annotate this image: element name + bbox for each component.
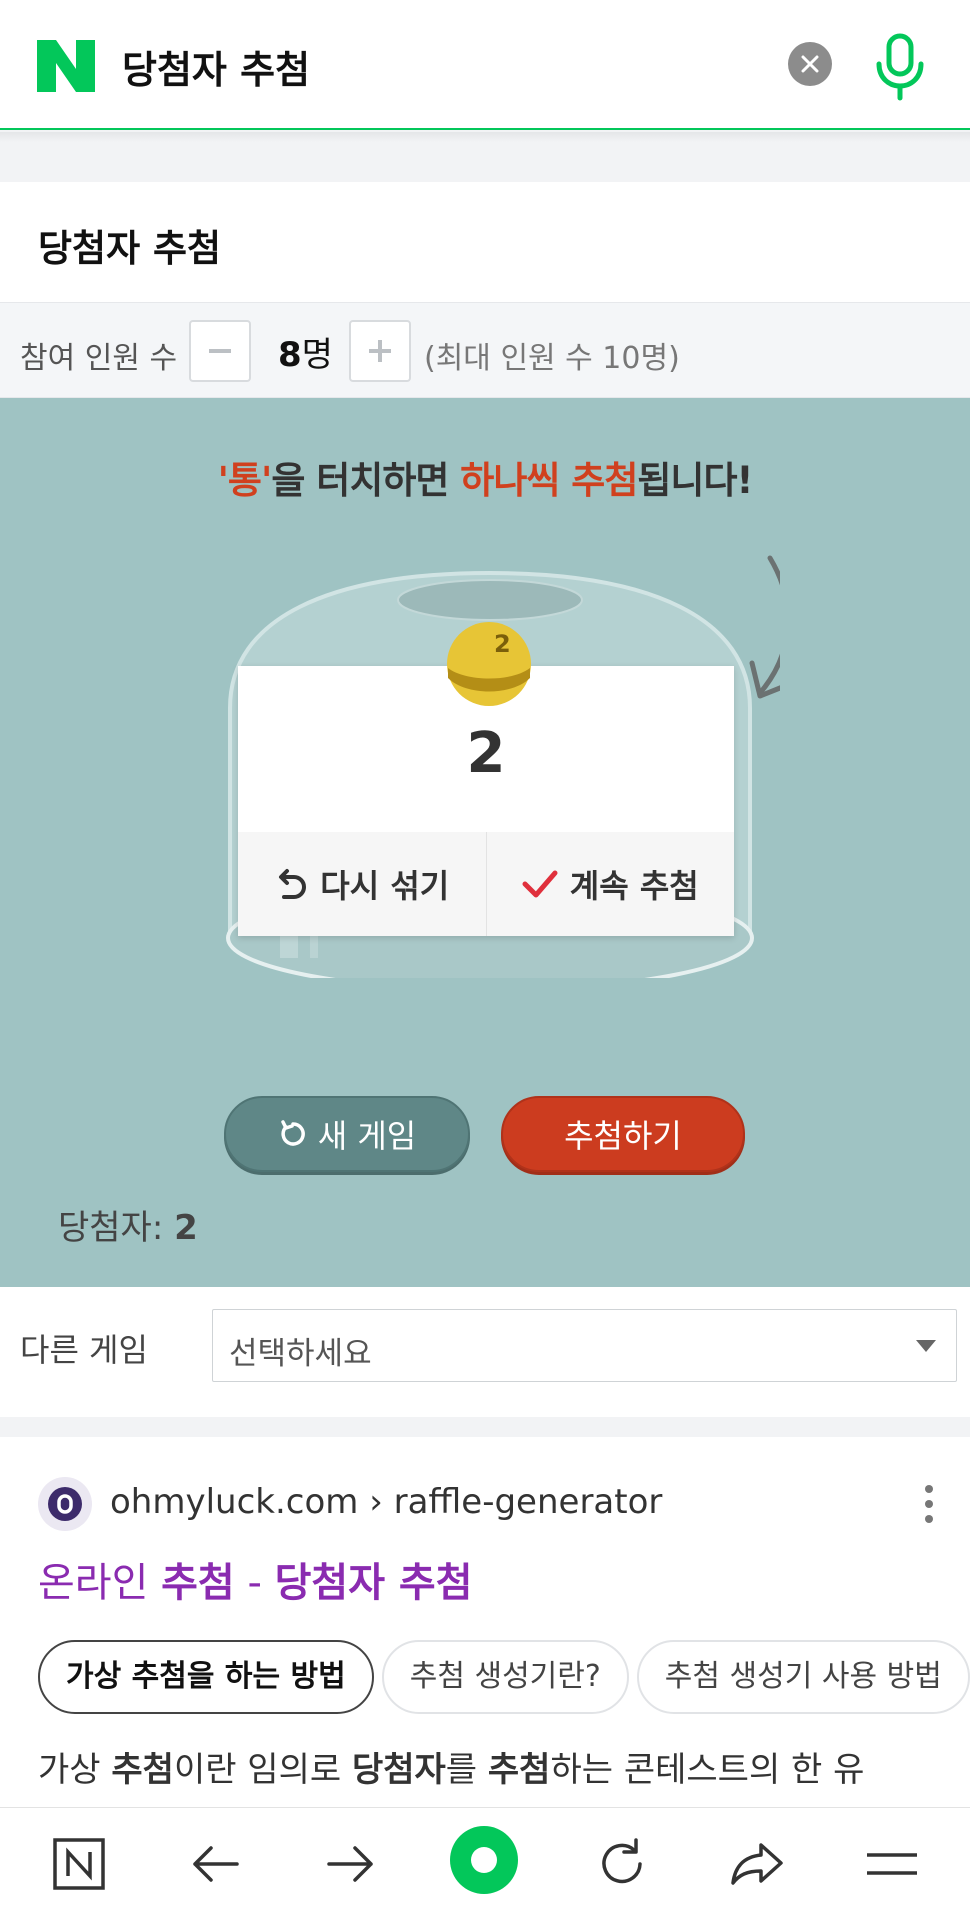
chip-list: 가상 추첨을 하는 방법 추첨 생성기란? 추첨 생성기 사용 방법 [38, 1640, 970, 1716]
result-snippet: 가상 추첨이란 임의로 당첨자를 추첨하는 콘테스트의 한 유 [38, 1742, 970, 1791]
increase-button[interactable] [349, 320, 411, 382]
other-game-row: 다른 게임 선택하세요 [0, 1287, 970, 1417]
snippet-part: 이란 임의로 [173, 1750, 352, 1790]
menu-icon [867, 1853, 917, 1875]
max-participants-text: (최대 인원 수 10명) [424, 341, 680, 376]
header-shadow [0, 132, 970, 142]
chip-how-to-raffle[interactable]: 가상 추첨을 하는 방법 [38, 1640, 374, 1714]
instruction-highlight: 하나씩 추첨 [460, 459, 638, 502]
instruction-text: '통'을 터치하면 하나씩 추첨됩니다! [0, 450, 970, 504]
snippet-part: 가상 [38, 1750, 112, 1790]
home-icon [53, 1838, 105, 1890]
count-unit: 명 [301, 335, 333, 375]
green-dot-icon [450, 1826, 518, 1894]
result-number: 2 [466, 721, 506, 786]
share-button[interactable] [725, 1832, 789, 1896]
chip-how-to-use[interactable]: 추첨 생성기 사용 방법 [636, 1640, 970, 1714]
continue-draw-label: 계속 추첨 [569, 867, 699, 905]
plus-icon [369, 340, 391, 362]
new-game-button[interactable]: 새 게임 [224, 1096, 470, 1172]
widget-title: 당첨자 추첨 [38, 227, 222, 270]
chip-what-is-generator[interactable]: 추첨 생성기란? [381, 1640, 629, 1714]
search-result: ohmyluck.com › raffle-generator 온라인 추첨 -… [0, 1437, 970, 1807]
search-input[interactable] [122, 38, 762, 94]
undo-icon [279, 869, 307, 899]
game-select[interactable]: 선택하세요 [212, 1309, 957, 1382]
count-value: 8 [278, 335, 302, 375]
site-breadcrumb[interactable]: ohmyluck.com › raffle-generator [110, 1482, 662, 1522]
snippet-bold: 추첨 [487, 1750, 551, 1790]
instruction-end: 됩니다! [637, 459, 753, 502]
continue-draw-button[interactable]: 계속 추첨 [487, 832, 735, 936]
clear-button[interactable] [788, 42, 832, 86]
decrease-button[interactable] [189, 320, 251, 382]
reload-icon [602, 1838, 642, 1884]
participants-label: 참여 인원 수 [20, 341, 178, 376]
forward-button[interactable] [319, 1832, 383, 1896]
result-ball-icon: 2 [447, 622, 531, 706]
snippet-bold: 추첨 [111, 1750, 174, 1790]
result-title-prefix: 온라인 [38, 1560, 162, 1606]
green-dot-button[interactable] [448, 1824, 520, 1896]
result-card: 2 2 다시 섞기 계속 추첨 [238, 622, 734, 936]
game-area: '통'을 터치하면 하나씩 추첨됩니다! 2 2 다시 섞기 계속 추첨 새 게… [0, 398, 970, 1288]
result-title-link[interactable]: 온라인 추첨 - 당첨자 추첨 [38, 1550, 473, 1608]
naver-logo-icon[interactable] [37, 40, 95, 92]
snippet-part: 하는 콘테스트의 한 유 [550, 1750, 865, 1790]
other-game-label: 다른 게임 [20, 1331, 148, 1369]
clear-icon [801, 55, 819, 73]
result-title-sep: - [234, 1560, 275, 1606]
winner-display: 당첨자: 2 [58, 1200, 198, 1249]
home-button[interactable] [47, 1832, 111, 1896]
dropdown-arrow-icon [916, 1340, 936, 1352]
forward-icon [327, 1846, 373, 1882]
new-game-label: 새 게임 [317, 1117, 417, 1155]
more-icon[interactable] [922, 1484, 936, 1524]
snippet-bold: 당첨자 [351, 1750, 446, 1790]
reshuffle-label: 다시 섞기 [320, 867, 450, 905]
winner-value: 2 [174, 1208, 198, 1248]
result-ball-number: 2 [494, 630, 511, 658]
back-button[interactable] [183, 1832, 247, 1896]
minus-icon [209, 349, 231, 353]
participant-count: 8명 [278, 327, 333, 376]
result-title-bold1: 추첨 [161, 1560, 235, 1606]
menu-button[interactable] [860, 1832, 924, 1896]
reshuffle-button[interactable]: 다시 섞기 [238, 832, 487, 936]
search-header [0, 0, 970, 130]
site-favicon-icon [38, 1477, 92, 1531]
curved-arrow-icon [757, 555, 780, 696]
instruction-mid: 을 터치하면 [271, 459, 461, 502]
winner-label: 당첨자: [58, 1208, 164, 1248]
raffle-widget: 당첨자 추첨 참여 인원 수 8명 (최대 인원 수 10명) '통'을 터치하… [0, 182, 970, 1288]
mic-icon[interactable] [870, 32, 930, 102]
reload-button[interactable] [590, 1832, 654, 1896]
draw-button[interactable]: 추첨하기 [501, 1096, 745, 1172]
result-title-bold2: 당첨자 추첨 [274, 1560, 473, 1606]
game-select-value: 선택하세요 [229, 1336, 372, 1372]
draw-label: 추첨하기 [564, 1117, 682, 1155]
share-icon [731, 1843, 783, 1885]
result-actions: 다시 섞기 계속 추첨 [238, 832, 734, 936]
instruction-jar-word: '통' [217, 459, 273, 502]
bottom-nav [0, 1807, 970, 1920]
back-icon [193, 1846, 239, 1882]
participant-bar: 참여 인원 수 8명 (최대 인원 수 10명) [0, 302, 970, 398]
check-icon [522, 870, 558, 898]
refresh-icon [281, 1120, 305, 1146]
snippet-part: 를 [445, 1750, 488, 1790]
